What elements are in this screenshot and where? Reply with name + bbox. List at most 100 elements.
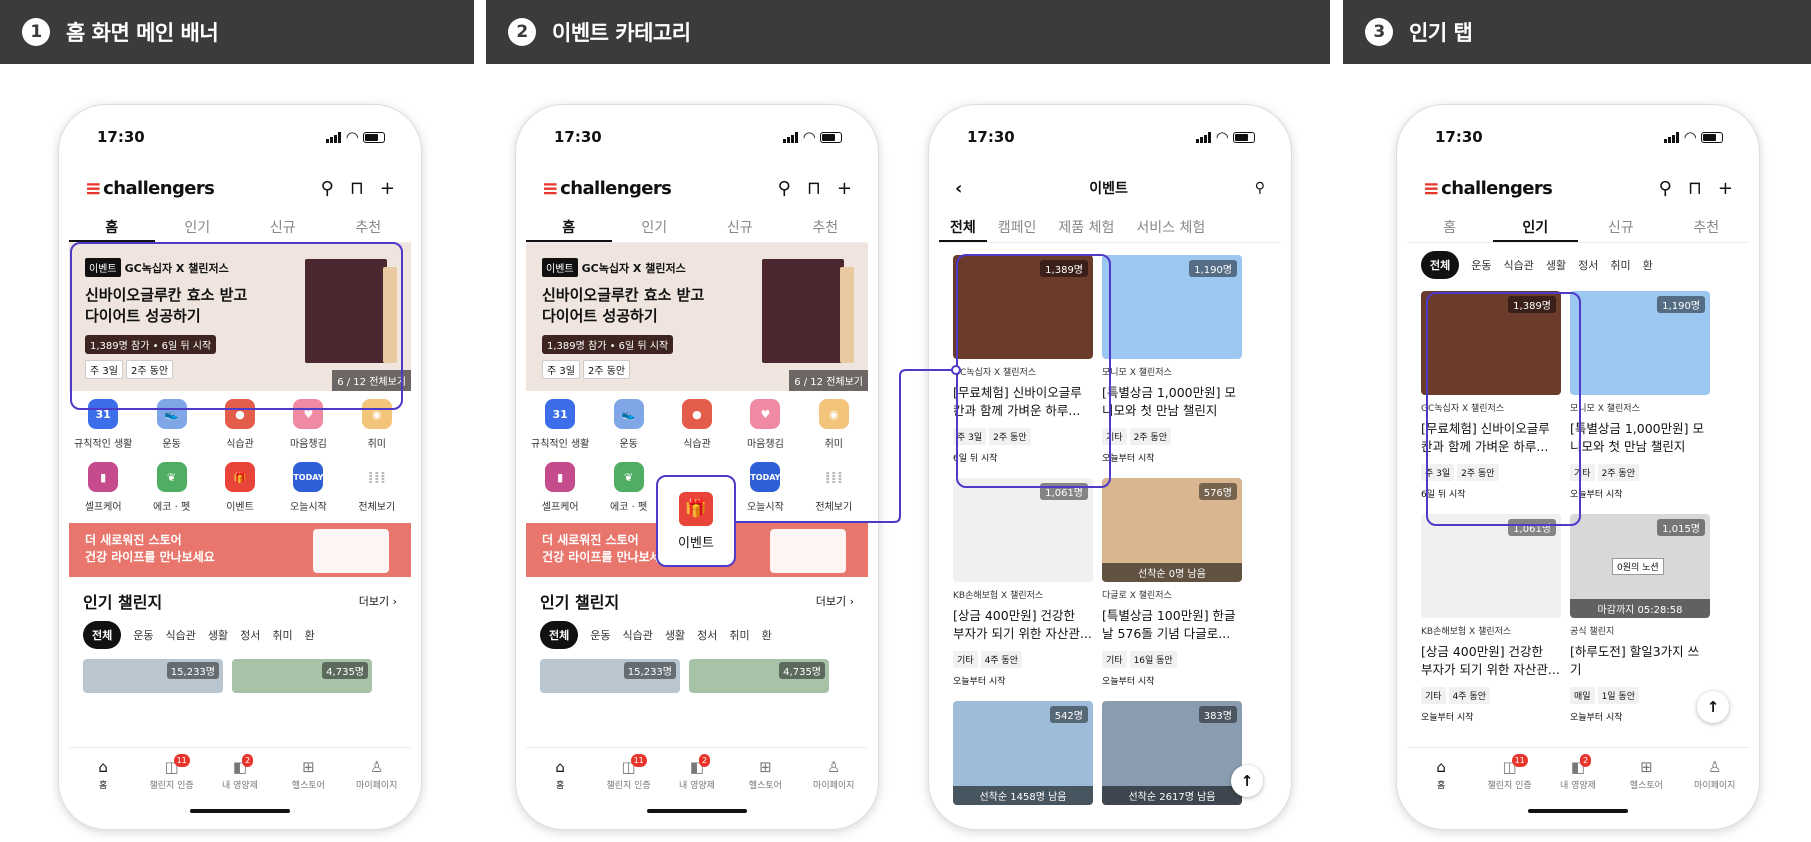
tab-new[interactable]: 신규 [240, 211, 326, 242]
tab-home[interactable]: 홈 [69, 211, 155, 242]
tab-home[interactable]: 홈 [526, 211, 612, 242]
more-link[interactable]: 더보기 › [359, 593, 397, 609]
search-icon[interactable]: ⚲ [778, 178, 791, 199]
banner-pager[interactable]: 6 / 12 전체보기 [789, 370, 868, 391]
app-logo[interactable]: ≡ challengers [85, 176, 215, 200]
tab-product[interactable]: 제품 체험 [1047, 211, 1125, 242]
category-exercise[interactable]: 👟 운동 [594, 399, 662, 450]
event-card[interactable]: 1,190명 모니모 X 챌린저스 [특별상금 1,000만원] 모 니모와 첫 만… [1102, 255, 1242, 464]
nav-mypage[interactable]: ♙ 마이페이지 [1687, 758, 1743, 819]
gift-icon: 🎁 [224, 462, 255, 492]
scroll-top-button[interactable]: ↑ [1697, 691, 1729, 723]
heart-icon: ♥ [750, 399, 781, 429]
grid-dots-icon: ⁞⁞⁞ [818, 462, 849, 492]
card-image: 1,190명 [1102, 255, 1242, 359]
tab-recommend[interactable]: 추천 [783, 211, 869, 242]
category-diet[interactable]: ● 식습관 [663, 399, 731, 450]
nav-mypage[interactable]: ♙ 마이페이지 [806, 758, 862, 819]
event-card[interactable]: 542명 선착순 1458명 남음 [953, 701, 1093, 811]
tab-new[interactable]: 신규 [697, 211, 783, 242]
bottle-icon: ▮ [545, 462, 576, 492]
category-all[interactable]: ⁞⁞⁞ 전체보기 [800, 462, 868, 513]
challenge-card[interactable]: 1,015명 0원의 노션 마감까지 05:28:58 공식 챌린지 [하루도전] 할… [1570, 514, 1710, 723]
challenge-thumb[interactable]: 4,735명 [232, 659, 372, 693]
category-selfcare[interactable]: ▮ 셀프케어 [69, 462, 137, 513]
category-eco[interactable]: ❦ 에코 · 펫 [594, 462, 662, 513]
pill-diet[interactable]: 식습관 [166, 627, 196, 643]
category-routine[interactable]: 31 규칙적인 생활 [526, 399, 594, 450]
category-today[interactable]: TODAY 오늘시작 [274, 462, 342, 513]
today-icon: TODAY [750, 462, 780, 492]
category-pills: 전체 운동 식습관 생활 정서 취미 환 [1421, 251, 1749, 279]
pill-all[interactable]: 전체 [83, 621, 122, 649]
wifi-icon: ◠ [803, 128, 815, 146]
category-hobby[interactable]: ◉ 취미 [800, 399, 868, 450]
bookmark-icon[interactable]: ⊓ [350, 178, 364, 199]
badge-count: 2 [241, 754, 254, 767]
event-card[interactable]: 383명 선착순 2617명 남음 [1102, 701, 1242, 811]
event-card[interactable]: 1,061명 KB손해보험 X 챌린저스 [상금 400만원] 건강한 부자가 되기… [953, 478, 1093, 687]
category-eco[interactable]: ❦ 에코 · 펫 [137, 462, 205, 513]
pill-emotion[interactable]: 정서 [240, 627, 260, 643]
category-all[interactable]: ⁞⁞⁞ 전체보기 [343, 462, 411, 513]
bookmark-icon[interactable]: ⊓ [1688, 178, 1702, 199]
category-event[interactable]: 🎁 이벤트 [206, 462, 274, 513]
nav-home[interactable]: ⌂ 홈 [1413, 758, 1469, 819]
category-today[interactable]: TODAY 오늘시작 [731, 462, 799, 513]
pill-exercise[interactable]: 운동 [133, 627, 153, 643]
wifi-icon: ◠ [346, 128, 358, 146]
status-bar: 17:30 ◠ [939, 115, 1281, 159]
arrow-up-icon: ↑ [1706, 698, 1720, 716]
challenge-card[interactable]: 1,190명 모니모 X 챌린저스 [특별상금 1,000만원] 모 니모와 첫 만… [1570, 291, 1710, 500]
tab-recommend[interactable]: 추천 [1664, 211, 1750, 242]
pill-life[interactable]: 생활 [208, 627, 228, 643]
tab-new[interactable]: 신규 [1578, 211, 1664, 242]
tab-service[interactable]: 서비스 체험 [1125, 211, 1216, 242]
challenge-thumb[interactable]: 15,233명 [540, 659, 680, 693]
tab-popular[interactable]: 인기 [1492, 211, 1578, 242]
palette-icon: ◉ [818, 399, 849, 429]
nav-home[interactable]: ⌂ 홈 [75, 758, 131, 819]
person-icon: ♙ [827, 758, 841, 776]
event-category-callout[interactable]: 🎁 이벤트 [656, 475, 736, 567]
more-link[interactable]: 더보기 › [816, 593, 854, 609]
tab-popular[interactable]: 인기 [612, 211, 698, 242]
category-grid: 31 규칙적인 생활 👟 운동 ● 식습관 ♥ 마음챙김 ◉ 취미 ▮ 셀프케어 ❦ 에코 ·… [69, 399, 411, 513]
tab-all[interactable]: 전체 [939, 211, 987, 242]
pill-env[interactable]: 환 [305, 627, 315, 643]
search-icon[interactable]: ⚲ [1255, 180, 1265, 196]
search-icon[interactable]: ⚲ [1659, 178, 1672, 199]
event-card[interactable]: 576명 선착순 0명 남음 다글로 X 챌린저스 [특별상금 100만원] 한글 날… [1102, 478, 1242, 687]
app-logo[interactable]: ≡ challengers [542, 176, 672, 200]
nav-home[interactable]: ⌂ 홈 [532, 758, 588, 819]
bookmark-icon[interactable]: ⊓ [807, 178, 821, 199]
page-title: 이벤트 [1089, 181, 1128, 197]
app-bar: ≡ challengers ⚲ ⊓ + [69, 171, 411, 205]
challenge-thumb[interactable]: 4,735명 [689, 659, 829, 693]
add-icon[interactable]: + [837, 178, 852, 199]
section-title: 홈 화면 메인 배너 [66, 21, 219, 45]
status-bar: 17:30 ◠ [69, 115, 411, 159]
logo-mark-icon: ≡ [85, 176, 102, 200]
category-selfcare[interactable]: ▮ 셀프케어 [526, 462, 594, 513]
tab-home[interactable]: 홈 [1407, 211, 1493, 242]
app-logo[interactable]: ≡ challengers [1423, 176, 1553, 200]
tab-campaign[interactable]: 캠페인 [987, 211, 1048, 242]
tab-popular[interactable]: 인기 [155, 211, 241, 242]
pill-hobby[interactable]: 취미 [272, 627, 292, 643]
challenge-card[interactable]: 1,061명 KB손해보험 X 챌린저스 [상금 400만원] 건강한 부자가 되기… [1421, 514, 1561, 723]
store-banner[interactable]: 더 새로워진 스토어 건강 라이프를 만나보세요 [69, 523, 411, 577]
home-icon: ⌂ [1436, 758, 1446, 776]
tab-recommend[interactable]: 추천 [326, 211, 412, 242]
shop-icon: ⊞ [759, 758, 772, 776]
challenge-thumb[interactable]: 15,233명 [83, 659, 223, 693]
back-icon[interactable]: ‹ [955, 178, 962, 199]
main-banner[interactable]: 이벤트 GC녹십자 X 챌린저스 신바이오글루칸 효소 받고 다이어트 성공하기 … [526, 243, 868, 391]
category-mind[interactable]: ♥ 마음챙김 [731, 399, 799, 450]
logo-text: challengers [103, 177, 215, 199]
add-icon[interactable]: + [380, 178, 395, 199]
search-icon[interactable]: ⚲ [321, 178, 334, 199]
nav-mypage[interactable]: ♙ 마이페이지 [349, 758, 405, 819]
scroll-top-button[interactable]: ↑ [1231, 765, 1263, 797]
add-icon[interactable]: + [1718, 178, 1733, 199]
